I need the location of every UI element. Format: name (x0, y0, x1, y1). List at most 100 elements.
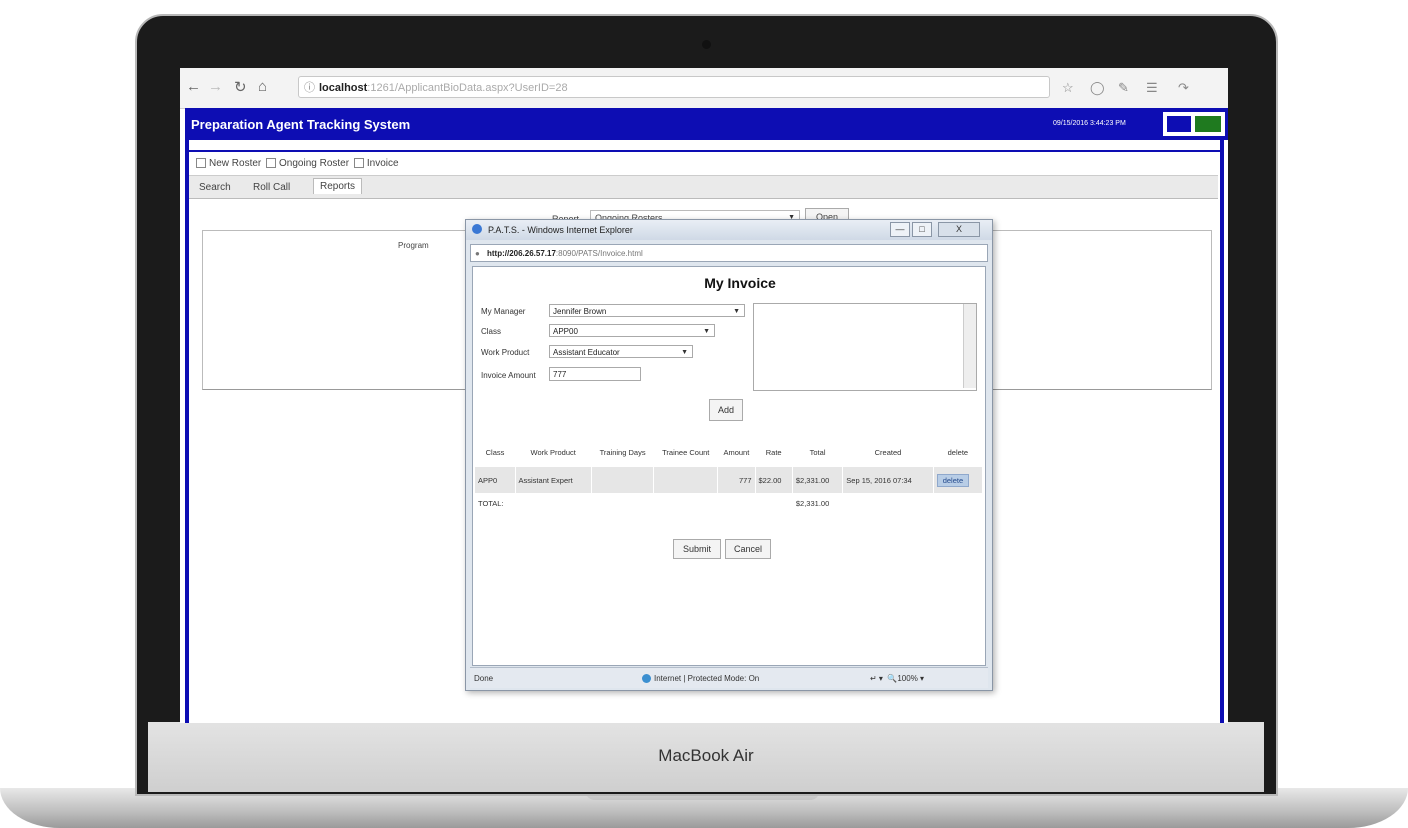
cell-delete: delete (933, 467, 984, 493)
table-total-row: TOTAL: $2,331.00 (475, 493, 984, 513)
work-product-select-value: Assistant Educator (553, 348, 620, 357)
class-select-value: APP00 (553, 327, 578, 336)
maximize-button[interactable]: □ (912, 222, 932, 237)
work-product-label: Work Product (481, 348, 530, 357)
close-button[interactable]: X (938, 222, 980, 237)
menu-new-roster[interactable]: New Roster (209, 158, 261, 169)
status-done: Done (474, 674, 494, 683)
column-header: Class (485, 447, 505, 457)
cell-rate: $22.00 (755, 467, 793, 493)
screen: ← → ↻ ⌂ ⓘ localhost:1261/ApplicantBioDat… (180, 68, 1228, 723)
class-label: Class (481, 327, 502, 336)
invoice-table: Class Work Product Training Days Trainee… (475, 437, 984, 513)
total-value: $2,331.00 (792, 493, 844, 513)
tab-roll-call[interactable]: Roll Call (247, 180, 296, 195)
security-icon: ↵ ▾ (870, 674, 883, 683)
popup-url-host: http://206.26.57.17 (487, 249, 556, 258)
invoice-amount-label: Invoice Amount (481, 371, 536, 380)
popup-status-bar: Done Internet | Protected Mode: On ↵ ▾ 🔍… (470, 667, 988, 688)
delete-link[interactable]: delete (936, 473, 970, 487)
column-header: Amount (723, 447, 750, 457)
cell-trainee-count (653, 467, 719, 493)
frame-border-right (1220, 140, 1224, 723)
refresh-icon[interactable]: ↻ (234, 78, 247, 96)
popup-title: P.A.T.S. - Windows Internet Explorer (488, 225, 633, 235)
back-arrow-icon[interactable]: ← (186, 78, 201, 95)
manager-label: My Manager (481, 307, 526, 316)
ie-icon (472, 224, 482, 234)
browser-toolbar: ← → ↻ ⌂ ⓘ localhost:1261/ApplicantBioDat… (180, 68, 1228, 109)
cell-total: $2,331.00 (792, 467, 844, 493)
invoice-amount-input[interactable]: 777 (549, 367, 641, 381)
share-icon[interactable]: ↷ (1178, 80, 1189, 96)
camera-icon (702, 40, 711, 49)
cell-class: APP0 (475, 467, 516, 493)
column-header: Total (809, 447, 826, 457)
notes-textarea[interactable] (753, 303, 977, 391)
cell-training-days (591, 467, 655, 493)
checkbox[interactable] (196, 158, 206, 169)
frame-border-left (185, 140, 189, 723)
address-bar[interactable]: ⓘ localhost:1261/ApplicantBioData.aspx?U… (298, 76, 1050, 98)
app-title: Preparation Agent Tracking System (191, 117, 411, 132)
cell-amount: 777 (717, 467, 756, 493)
url-host: localhost (319, 82, 368, 94)
popup-url-path: :8090/PATS/Invoice.html (555, 249, 643, 258)
zoom-level: 100% (897, 674, 918, 683)
logo-green-block (1195, 116, 1221, 132)
manager-select[interactable]: Jennifer Brown ▼ (549, 304, 745, 317)
star-icon[interactable]: ☆ (1062, 80, 1074, 96)
invoice-page: My Invoice My Manager Jennifer Brown ▼ C… (472, 266, 986, 666)
program-label: Program (398, 241, 429, 250)
column-header: Work Product (530, 447, 576, 457)
tab-reports[interactable]: Reports (313, 178, 363, 194)
column-header: Rate (765, 447, 782, 457)
checkbox[interactable] (353, 158, 364, 169)
shield-icon[interactable]: ◯ (1090, 80, 1105, 96)
submit-button[interactable]: Submit (673, 539, 721, 559)
status-zone: Internet | Protected Mode: On (642, 674, 760, 684)
chevron-down-icon: ▼ (703, 328, 710, 335)
column-header: Trainee Count (662, 447, 710, 457)
manager-select-value: Jennifer Brown (553, 307, 607, 316)
menu-icon[interactable]: ☰ (1146, 80, 1158, 96)
menu-invoice[interactable]: Invoice (367, 158, 399, 169)
column-header: Training Days (599, 447, 646, 457)
column-header: Created (874, 447, 902, 457)
tab-search[interactable]: Search (193, 180, 237, 195)
device-brand-label: MacBook Air (658, 746, 754, 765)
app-datetime: 09/15/2016 3:44:23 PM (1053, 120, 1126, 127)
work-product-select[interactable]: Assistant Educator ▼ (549, 345, 693, 358)
scrollbar[interactable] (963, 304, 976, 388)
cell-created: Sep 15, 2016 07:34 (842, 467, 934, 493)
minimize-button[interactable]: — (890, 222, 910, 237)
home-icon[interactable]: ⌂ (258, 78, 267, 95)
popup-titlebar: P.A.T.S. - Windows Internet Explorer — □… (466, 220, 992, 240)
extension-icon[interactable]: ✎ (1118, 80, 1129, 96)
status-zone-text: Internet | Protected Mode: On (654, 674, 760, 683)
invoice-popup-window: P.A.T.S. - Windows Internet Explorer — □… (465, 219, 993, 691)
forward-arrow-icon[interactable]: → (208, 78, 223, 95)
popup-address-bar[interactable]: ● http://206.26.57.17:8090/PATS/Invoice.… (470, 244, 988, 262)
globe-icon (642, 674, 651, 684)
app-logo (1163, 112, 1225, 136)
class-select[interactable]: APP00 ▼ (549, 324, 715, 337)
zoom-control[interactable]: ↵ ▾ 🔍100% ▾ (870, 674, 924, 683)
column-header: delete (947, 447, 969, 457)
info-icon: ⓘ (304, 82, 315, 94)
invoice-heading: My Invoice (704, 275, 776, 291)
total-label: TOTAL: (475, 493, 516, 513)
logo-blue-block (1167, 116, 1191, 132)
ie-page-icon: ● (475, 249, 480, 258)
app-header: Preparation Agent Tracking System 09/15/… (185, 108, 1228, 140)
table-row: APP0 Assistant Expert 777 $22.00 $2,331.… (475, 467, 984, 493)
checkbox[interactable] (266, 158, 277, 169)
cell-work-product: Assistant Expert (515, 467, 592, 493)
cancel-button[interactable]: Cancel (725, 539, 771, 559)
add-button[interactable]: Add (709, 399, 743, 421)
menu-ongoing-roster[interactable]: Ongoing Roster (279, 158, 349, 169)
frame-border-top (185, 150, 1224, 152)
chevron-down-icon: ▼ (681, 349, 688, 356)
tab-bar: Search Roll Call Reports (189, 175, 1218, 199)
url-path: :1261/ApplicantBioData.aspx?UserID=28 (367, 82, 568, 94)
